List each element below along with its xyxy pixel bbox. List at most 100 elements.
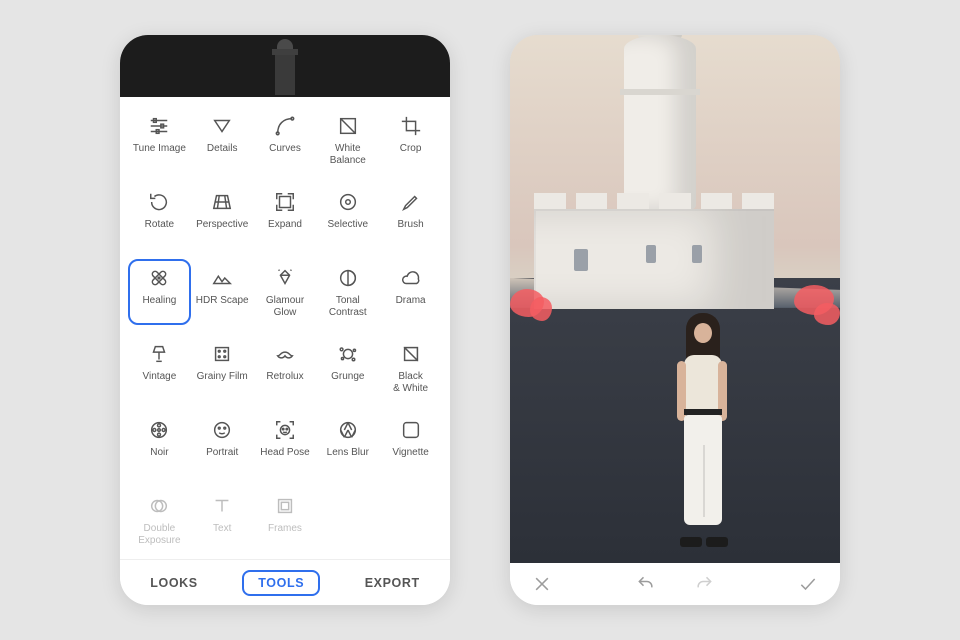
- tool-label: Double Exposure: [138, 523, 180, 546]
- tool-portrait[interactable]: Portrait: [191, 411, 254, 477]
- tool-label: Expand: [268, 219, 302, 231]
- tool-grunge[interactable]: Grunge: [316, 335, 379, 401]
- tool-expand[interactable]: Expand: [254, 183, 317, 249]
- tool-vintage[interactable]: Vintage: [128, 335, 191, 401]
- aperture-icon: [335, 417, 361, 443]
- healing-mark[interactable]: [530, 297, 552, 321]
- close-icon: [532, 574, 552, 594]
- photo-preview-strip: [120, 35, 450, 97]
- crop-icon: [398, 113, 424, 139]
- photo-canvas[interactable]: [510, 35, 840, 563]
- check-icon: [798, 574, 818, 594]
- bottom-tab-bar: LOOKS TOOLS EXPORT: [120, 559, 450, 605]
- tool-hdr-scape[interactable]: HDR Scape: [191, 259, 254, 325]
- frame-icon: [272, 493, 298, 519]
- mountains-icon: [209, 265, 235, 291]
- redo-button[interactable]: [690, 570, 718, 598]
- tool-healing[interactable]: Healing: [128, 259, 191, 325]
- sliders-icon: [146, 113, 172, 139]
- tool-details[interactable]: Details: [191, 107, 254, 173]
- target-icon: [335, 189, 361, 215]
- tool-grainy-film[interactable]: Grainy Film: [191, 335, 254, 401]
- diamond-sparkle-icon: [272, 265, 298, 291]
- tool-frames[interactable]: Frames: [254, 487, 317, 553]
- text-icon: [209, 493, 235, 519]
- tool-text[interactable]: Text: [191, 487, 254, 553]
- tool-white-balance[interactable]: White Balance: [316, 107, 379, 173]
- tool-lens-blur[interactable]: Lens Blur: [316, 411, 379, 477]
- face-icon: [209, 417, 235, 443]
- tool-curves[interactable]: Curves: [254, 107, 317, 173]
- tool-label: Text: [213, 523, 231, 535]
- tool-label: Portrait: [206, 447, 238, 459]
- tool-rotate[interactable]: Rotate: [128, 183, 191, 249]
- tool-double-exposure[interactable]: Double Exposure: [128, 487, 191, 553]
- rotate-icon: [146, 189, 172, 215]
- tool-drama[interactable]: Drama: [379, 259, 442, 325]
- tool-label: Tonal Contrast: [329, 295, 367, 318]
- tool-label: Grainy Film: [197, 371, 248, 383]
- tool-retrolux[interactable]: Retrolux: [254, 335, 317, 401]
- tool-glamour-glow[interactable]: Glamour Glow: [254, 259, 317, 325]
- tab-export[interactable]: EXPORT: [349, 570, 436, 596]
- tool-label: Noir: [150, 447, 168, 459]
- redo-icon: [694, 574, 714, 594]
- tool-label: Black & White: [393, 371, 428, 394]
- lamp-icon: [146, 341, 172, 367]
- tool-label: Perspective: [196, 219, 248, 231]
- tool-noir[interactable]: Noir: [128, 411, 191, 477]
- perspective-icon: [209, 189, 235, 215]
- tool-label: Brush: [398, 219, 424, 231]
- undo-icon: [636, 574, 656, 594]
- apply-button[interactable]: [794, 570, 822, 598]
- tool-label: Vignette: [392, 447, 429, 459]
- expand-icon: [272, 189, 298, 215]
- healing-action-bar: [510, 563, 840, 605]
- tab-tools[interactable]: TOOLS: [242, 570, 320, 596]
- tool-label: Drama: [396, 295, 426, 307]
- tool-label: Glamour Glow: [266, 295, 304, 318]
- tool-tune-image[interactable]: Tune Image: [128, 107, 191, 173]
- tool-label: Healing: [142, 295, 176, 307]
- film-icon: [209, 341, 235, 367]
- wb-icon: [335, 113, 361, 139]
- tool-black-white[interactable]: Black & White: [379, 335, 442, 401]
- tool-tonal-contrast[interactable]: Tonal Contrast: [316, 259, 379, 325]
- brush-icon: [398, 189, 424, 215]
- tool-label: Curves: [269, 143, 301, 155]
- tool-label: White Balance: [330, 143, 366, 166]
- bandage-icon: [146, 265, 172, 291]
- tool-label: Crop: [400, 143, 422, 155]
- tool-label: Vintage: [143, 371, 177, 383]
- tools-grid: Tune Image Details Curves White Balance Crop…: [120, 97, 450, 553]
- tool-label: Lens Blur: [327, 447, 369, 459]
- photo-subject-person: [672, 313, 732, 543]
- splatter-icon: [335, 341, 361, 367]
- tool-selective[interactable]: Selective: [316, 183, 379, 249]
- cloud-icon: [398, 265, 424, 291]
- photo-subject-building: [534, 99, 774, 309]
- face-scan-icon: [272, 417, 298, 443]
- tool-label: Grunge: [331, 371, 364, 383]
- tools-grid-container: Tune Image Details Curves White Balance Crop…: [120, 97, 450, 559]
- tool-crop[interactable]: Crop: [379, 107, 442, 173]
- tab-looks[interactable]: LOOKS: [134, 570, 213, 596]
- undo-button[interactable]: [632, 570, 660, 598]
- tool-label: Rotate: [145, 219, 174, 231]
- cancel-button[interactable]: [528, 570, 556, 598]
- reel-icon: [146, 417, 172, 443]
- bw-icon: [398, 341, 424, 367]
- tool-label: Retrolux: [266, 371, 303, 383]
- mustache-icon: [272, 341, 298, 367]
- vignette-icon: [398, 417, 424, 443]
- tool-label: Details: [207, 143, 238, 155]
- tool-brush[interactable]: Brush: [379, 183, 442, 249]
- half-circle-icon: [335, 265, 361, 291]
- phone-tools-panel: Tune Image Details Curves White Balance Crop…: [120, 35, 450, 605]
- healing-mark[interactable]: [814, 303, 840, 325]
- rings-icon: [146, 493, 172, 519]
- tool-head-pose[interactable]: Head Pose: [254, 411, 317, 477]
- tool-perspective[interactable]: Perspective: [191, 183, 254, 249]
- photo-thumbnail: [268, 37, 302, 95]
- tool-vignette[interactable]: Vignette: [379, 411, 442, 477]
